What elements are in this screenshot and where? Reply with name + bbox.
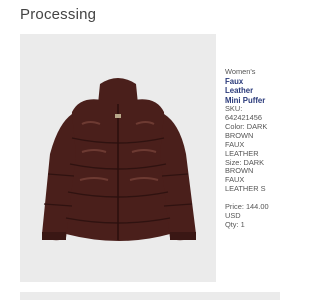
- puffer-jacket-photo: [42, 78, 196, 241]
- order-status: Processing: [20, 6, 97, 23]
- next-item-image-edge: [20, 292, 280, 300]
- product-name-line-2[interactable]: Leather: [225, 86, 297, 95]
- product-name-line-1[interactable]: Faux: [225, 77, 297, 86]
- quantity: Qty: 1: [225, 220, 245, 229]
- product-image[interactable]: [20, 34, 216, 282]
- product-details: Women's Faux Leather Mini Puffer SKU: 64…: [225, 67, 297, 230]
- size-line-4: LEATHER S: [225, 184, 266, 194]
- product-category: Women's: [225, 67, 256, 76]
